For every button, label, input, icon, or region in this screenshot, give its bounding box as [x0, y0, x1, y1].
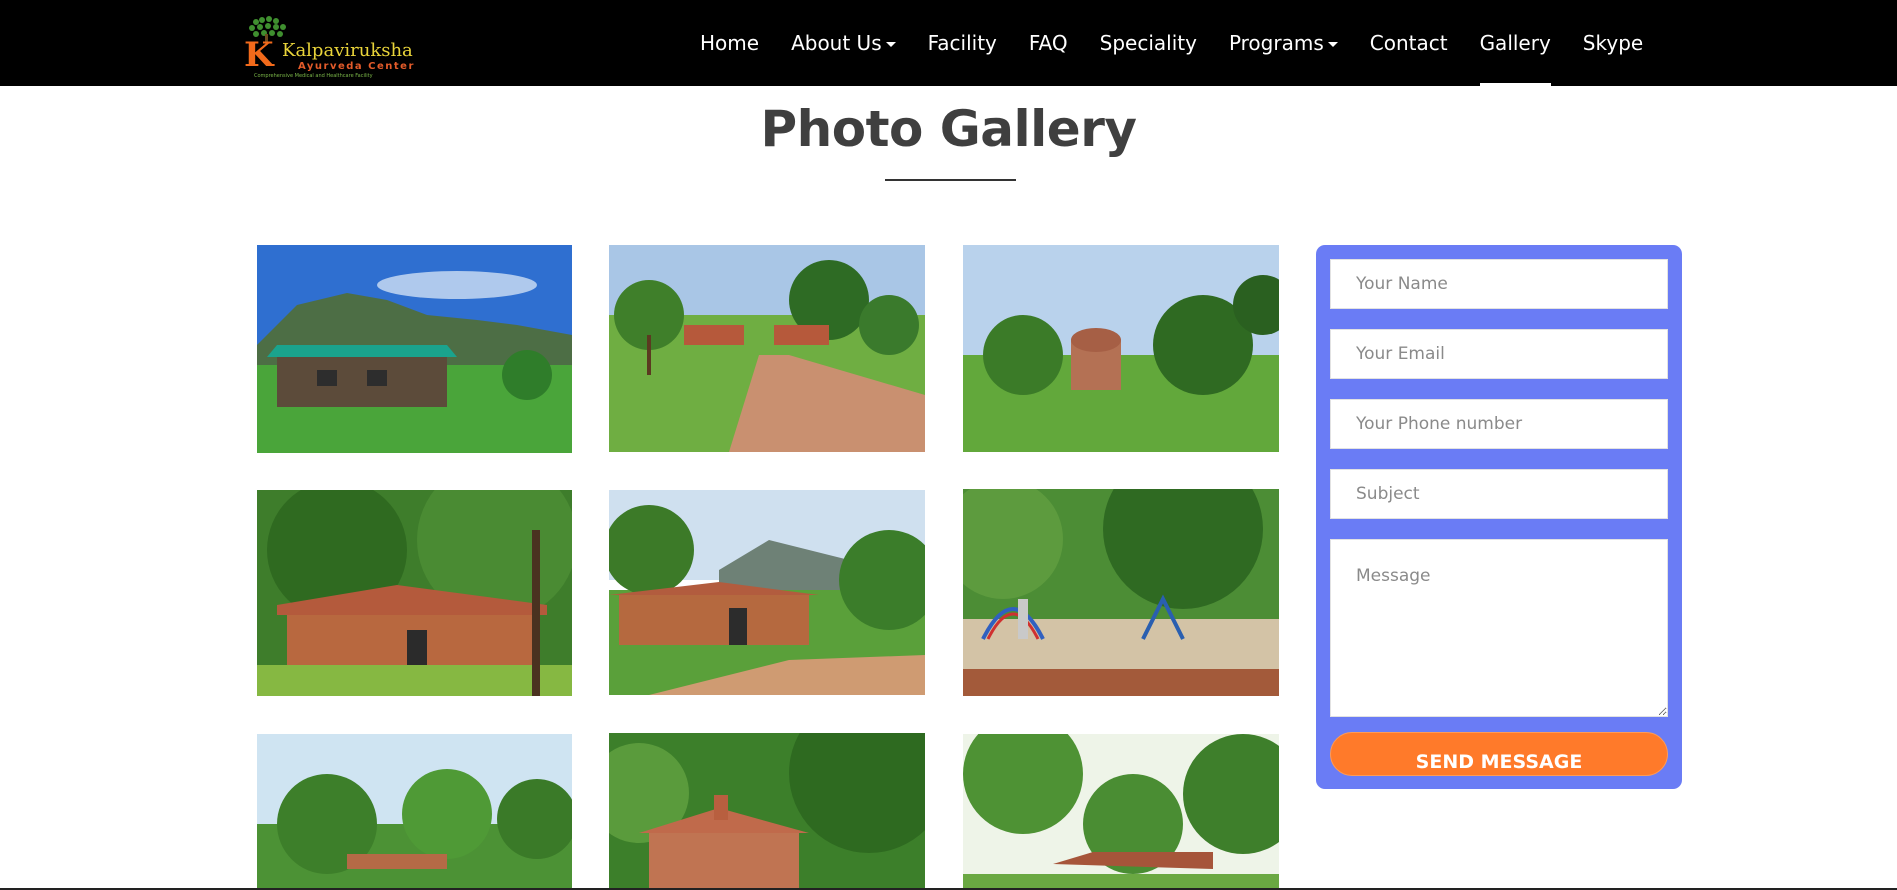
svg-text:Ayurveda Center: Ayurveda Center: [298, 61, 415, 72]
svg-text:Comprehensive Medical and Heal: Comprehensive Medical and Healthcare Fac…: [254, 73, 373, 79]
gallery-image[interactable]: [609, 733, 925, 890]
nav-item-label: Facility: [927, 31, 997, 55]
page-title: Photo Gallery: [760, 100, 1137, 158]
gallery-image[interactable]: [257, 734, 572, 890]
nav-item-gallery[interactable]: Gallery: [1479, 0, 1552, 86]
site-logo[interactable]: K Kalpaviruksha Ayurveda Center Comprehe…: [238, 14, 462, 80]
name-field[interactable]: [1330, 259, 1668, 309]
nav-item-label: Home: [700, 31, 760, 55]
svg-text:K: K: [244, 35, 275, 75]
nav-item-label: Gallery: [1479, 31, 1551, 55]
caret-down-icon: [1327, 42, 1338, 47]
nav-item-label: Programs: [1228, 31, 1324, 55]
navbar: K Kalpaviruksha Ayurveda Center Comprehe…: [0, 0, 1897, 86]
nav-item-home[interactable]: Home: [700, 0, 759, 86]
send-message-button[interactable]: SEND MESSAGE: [1330, 732, 1668, 776]
gallery-image[interactable]: [963, 245, 1279, 452]
contact-form: SEND MESSAGE: [1316, 245, 1682, 789]
nav-item-contact[interactable]: Contact: [1370, 0, 1448, 86]
nav-item-label: Skype: [1582, 31, 1644, 55]
phone-field[interactable]: [1330, 399, 1668, 449]
gallery-image[interactable]: [609, 245, 925, 452]
nav-item-speciality[interactable]: Speciality: [1100, 0, 1197, 86]
gallery-image[interactable]: [257, 245, 572, 453]
gallery-image[interactable]: [963, 734, 1279, 890]
email-field[interactable]: [1330, 329, 1668, 379]
message-field[interactable]: [1330, 539, 1668, 717]
svg-text:Kalpaviruksha: Kalpaviruksha: [282, 40, 413, 61]
nav-item-label: Speciality: [1099, 31, 1197, 55]
kalpaviruksha-logo-icon: K Kalpaviruksha Ayurveda Center Comprehe…: [244, 16, 415, 79]
gallery-image[interactable]: [963, 489, 1279, 696]
title-divider: [885, 179, 1016, 181]
nav-item-programs[interactable]: Programs: [1229, 0, 1338, 86]
gallery-image[interactable]: [609, 490, 925, 695]
nav-item-label: Contact: [1369, 31, 1448, 55]
nav-item-faq[interactable]: FAQ: [1029, 0, 1068, 86]
nav-item-skype[interactable]: Skype: [1583, 0, 1643, 86]
subject-field[interactable]: [1330, 469, 1668, 519]
main-nav: Home About Us Facility FAQ Speciality Program…: [700, 0, 1675, 86]
gallery-image[interactable]: [257, 490, 572, 696]
caret-down-icon: [885, 42, 896, 47]
nav-item-label: FAQ: [1028, 31, 1068, 55]
nav-item-label: About Us: [791, 31, 882, 55]
nav-item-facility[interactable]: Facility: [928, 0, 997, 86]
nav-item-about-us[interactable]: About Us: [791, 0, 896, 86]
